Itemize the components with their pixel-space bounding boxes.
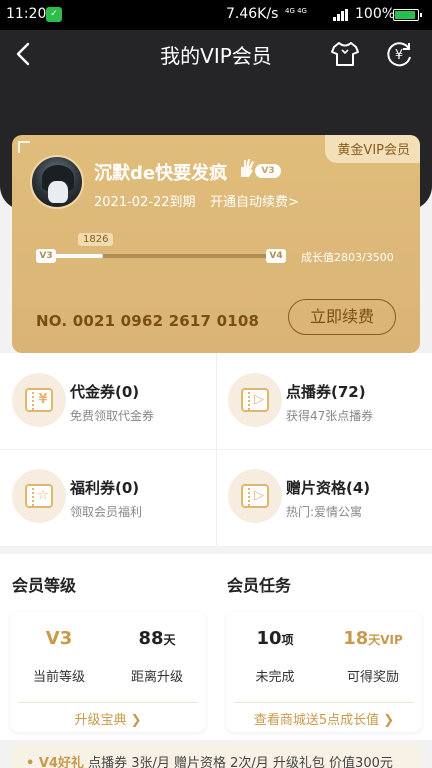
- current-level-stat: V3 当前等级: [10, 628, 108, 685]
- gift-film-icon: ▷: [228, 469, 282, 523]
- reward-unit: 天VIP: [368, 633, 403, 647]
- v4-benefits-text: 点播券 3张/月 赠片资格 2次/月 升级礼包 价值300元: [88, 756, 393, 768]
- reward-label: 可得奖励: [346, 670, 399, 685]
- signal-icon: [333, 9, 349, 21]
- incomplete-unit: 项: [281, 633, 294, 647]
- level-progress: V3 V4: [36, 249, 288, 265]
- current-level-label: 当前等级: [32, 670, 85, 685]
- shirt-icon[interactable]: [330, 40, 360, 68]
- days-value: 88: [138, 628, 164, 649]
- incomplete-tasks-stat: 10项 未完成: [226, 628, 324, 685]
- yen-ticket-icon: ¥: [12, 373, 66, 427]
- star-ticket-icon: ☆: [12, 469, 66, 523]
- incomplete-label: 未完成: [255, 670, 295, 685]
- current-level-value: V3: [45, 628, 73, 649]
- growth-value: 成长值2803/3500: [301, 251, 394, 264]
- coupon-sub: 获得47张点播券: [286, 409, 374, 423]
- member-tasks-title: 会员任务: [227, 576, 292, 595]
- panel-divider: [234, 702, 414, 703]
- coupon-name: 点播券(72): [286, 383, 366, 401]
- panel-divider: [18, 702, 198, 703]
- upgrade-guide-link[interactable]: 升级宝典 ❯: [10, 709, 206, 728]
- coupon-gift-film[interactable]: ▷ 赠片资格(4) 热门:爱情公寓: [216, 449, 432, 545]
- wechat-icon: ✓: [46, 7, 62, 22]
- battery-icon: [393, 9, 422, 21]
- signal-type: 4G 4G: [285, 7, 307, 15]
- reward-stat: 18天VIP 可得奖励: [324, 628, 422, 685]
- page-title: 我的VIP会员: [160, 44, 272, 68]
- progress-start-level: V3: [36, 249, 56, 263]
- renew-button[interactable]: 立即续费: [288, 299, 396, 335]
- reward-value: 18: [343, 628, 369, 649]
- battery-percent: 100%: [355, 6, 396, 22]
- network-speed: 7.46K/s: [226, 6, 279, 22]
- incomplete-value: 10: [256, 628, 282, 649]
- status-bar: 11:20 ✓ 7.46K/s 4G 4G 100%: [0, 0, 432, 30]
- coupon-welfare[interactable]: ☆ 福利券(0) 领取会员福利: [0, 449, 216, 545]
- shop-growth-link[interactable]: 查看商城送5点成长值 ❯: [226, 709, 422, 728]
- avatar[interactable]: [30, 155, 84, 209]
- play-ticket-icon: ▷: [228, 373, 282, 427]
- v4-benefits-tip[interactable]: • V4好礼 点播券 3张/月 赠片资格 2次/月 升级礼包 价值300元: [12, 744, 420, 768]
- progress-track: [48, 254, 278, 258]
- coupon-voucher[interactable]: ¥ 代金券(0) 免费领取代金券: [0, 353, 216, 449]
- vip-tier-badge: 黄金VIP会员: [325, 135, 420, 163]
- svg-text:¥: ¥: [395, 48, 403, 63]
- days-to-upgrade-stat: 88天 距离升级: [108, 628, 206, 685]
- coupon-grid: ¥ 代金券(0) 免费领取代金券 ▷ 点播券(72) 获得47张点播券 ☆ 福利…: [0, 353, 432, 546]
- v4-benefits-highlight: • V4好礼: [26, 756, 84, 768]
- coupon-sub: 热门:爱情公寓: [286, 505, 363, 519]
- member-level-title: 会员等级: [12, 576, 77, 595]
- vip-card: 黄金VIP会员 沉默de快要发疯 V3 2021-02-22到期 开通自动续费>…: [12, 135, 420, 353]
- coupon-name: 赠片资格(4): [286, 479, 371, 497]
- status-time: 11:20: [6, 6, 47, 22]
- level-badge: V3: [255, 164, 281, 178]
- days-label: 距离升级: [130, 670, 183, 685]
- coupon-sub: 免费领取代金券: [70, 409, 155, 423]
- coupon-sub: 领取会员福利: [70, 505, 143, 519]
- coin-refresh-icon[interactable]: ¥: [384, 39, 414, 69]
- progress-fill: [48, 254, 104, 258]
- card-corner-decoration: [18, 141, 30, 153]
- coupon-ondemand[interactable]: ▷ 点播券(72) 获得47张点播券: [216, 353, 432, 449]
- vip-number: NO. 0021 0962 2617 0108: [36, 312, 260, 330]
- expire-date: 2021-02-22到期: [94, 195, 196, 210]
- username: 沉默de快要发疯: [94, 163, 228, 184]
- progress-tip: 1826: [78, 233, 114, 246]
- coupon-name: 福利券(0): [70, 479, 140, 497]
- member-tasks-panel: 10项 未完成 18天VIP 可得奖励 查看商城送5点成长值 ❯: [226, 612, 422, 732]
- coupon-name: 代金券(0): [70, 383, 140, 401]
- days-unit: 天: [163, 633, 176, 647]
- progress-end-level: V4: [266, 249, 286, 263]
- auto-renew-link[interactable]: 开通自动续费>: [210, 191, 299, 210]
- member-level-panel: V3 当前等级 88天 距离升级 升级宝典 ❯: [10, 612, 206, 732]
